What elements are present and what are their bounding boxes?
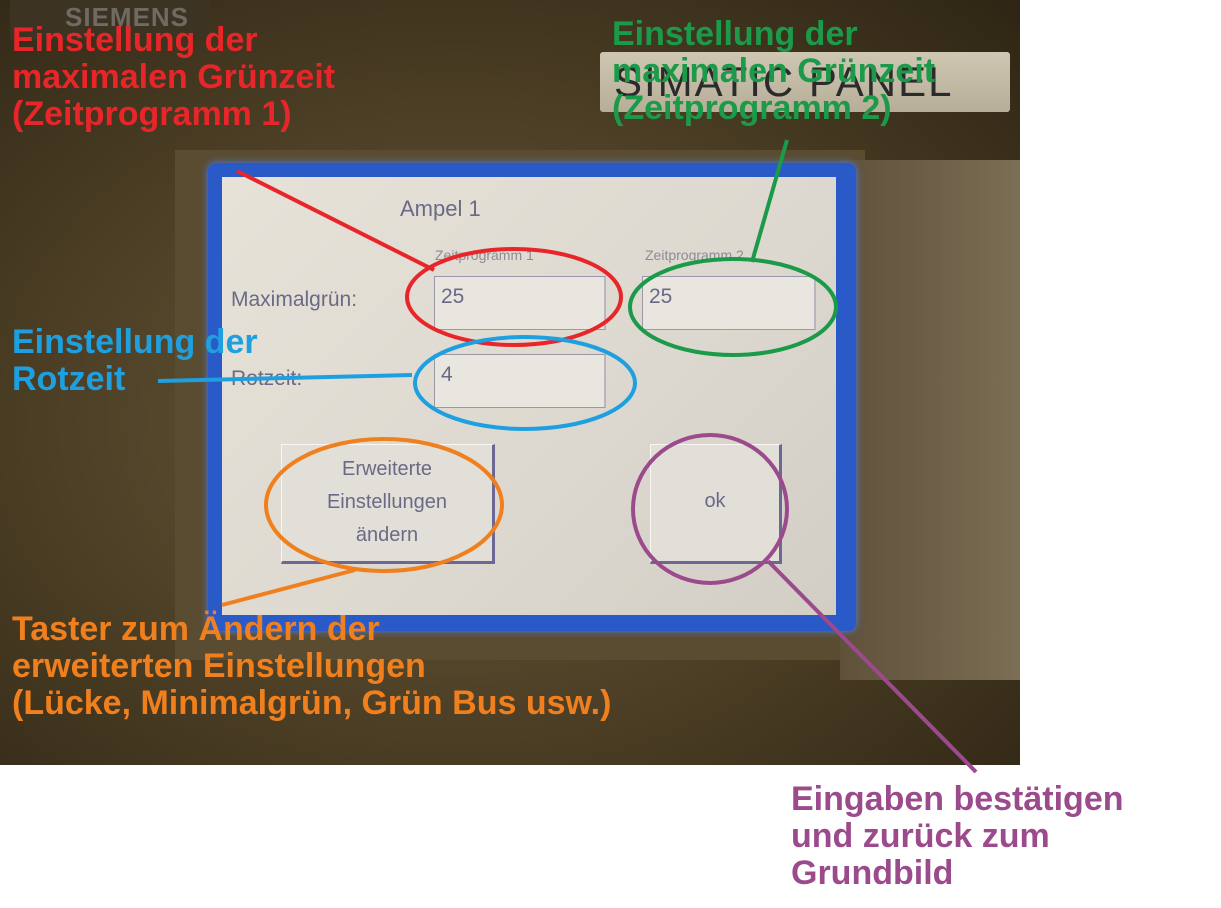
annotation-purple: Eingaben bestätigen und zurück zum Grund… (791, 781, 1124, 892)
column-label-program-1: Zeitprogramm 1 (435, 247, 534, 263)
annotation-blue: Einstellung der Rotzeit (12, 324, 258, 398)
annotation-red-line-3: (Zeitprogramm 1) (12, 95, 292, 133)
annotation-orange: Taster zum Ändern der erweiterten Einste… (12, 611, 611, 722)
annotation-red: Einstellung der maximalen Grünzeit (Zeit… (12, 22, 335, 133)
ok-button[interactable]: ok (650, 444, 782, 564)
annotation-orange-line-2: erweiterten Einstellungen (12, 647, 426, 685)
rotzeit-field[interactable]: 4 (434, 354, 606, 408)
column-label-program-2: Zeitprogramm 2 (645, 247, 744, 263)
annotation-green-line-1: Einstellung der (612, 15, 858, 53)
annotation-blue-line-1: Einstellung der (12, 323, 258, 361)
annotation-purple-line-1: Eingaben bestätigen (791, 780, 1124, 818)
advanced-settings-line-1: Erweiterte (341, 458, 433, 480)
annotation-purple-line-2: und zurück zum (791, 817, 1050, 855)
advanced-settings-line-3: ändern (355, 524, 419, 546)
advanced-settings-line-2: Einstellungen (326, 491, 448, 513)
annotation-orange-line-1: Taster zum Ändern der (12, 610, 380, 648)
annotation-red-line-2: maximalen Grünzeit (12, 58, 336, 96)
annotation-blue-line-2: Rotzeit (12, 360, 126, 398)
annotation-purple-line-3: Grundbild (791, 854, 954, 892)
annotation-green-line-2: maximalen Grünzeit (612, 52, 936, 90)
annotation-red-line-1: Einstellung der (12, 21, 258, 59)
annotation-green-line-3: (Zeitprogramm 2) (612, 89, 892, 127)
advanced-settings-button[interactable]: Erweiterte Einstellungen ändern (281, 444, 495, 564)
annotation-green: Einstellung der maximalen Grünzeit (Zeit… (612, 16, 935, 127)
annotation-orange-line-3: (Lücke, Minimalgrün, Grün Bus usw.) (12, 684, 612, 722)
screen-title: Ampel 1 (400, 196, 481, 221)
maximalgruen-program2-field[interactable]: 25 (642, 276, 816, 330)
maximalgruen-label: Maximalgrün: (231, 288, 358, 311)
maximalgruen-program1-field[interactable]: 25 (434, 276, 606, 330)
panel-bezel-side (840, 160, 1020, 680)
